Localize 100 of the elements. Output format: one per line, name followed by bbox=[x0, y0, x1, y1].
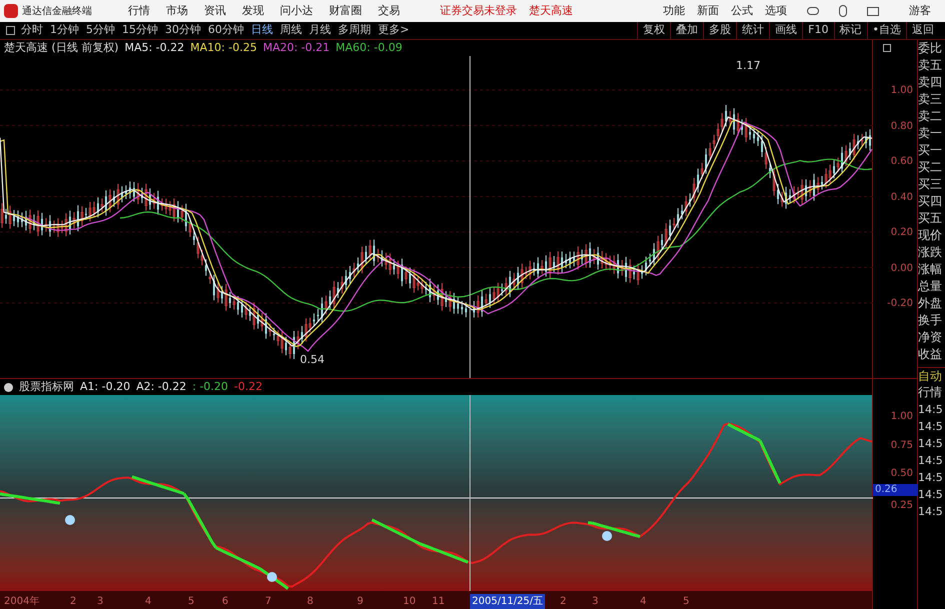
menu-item[interactable]: 市场 bbox=[166, 2, 188, 20]
menu-item[interactable]: 资讯 bbox=[204, 2, 226, 20]
quote-label: 卖四 bbox=[918, 74, 943, 91]
period-tab[interactable]: 多周期 bbox=[338, 22, 371, 39]
tick-panel-title: 自动 bbox=[918, 367, 945, 384]
notice-text[interactable]: 楚天高速 bbox=[529, 2, 573, 20]
y-axis-label: 1.00 bbox=[890, 410, 913, 424]
period-tab[interactable]: 1分钟 bbox=[50, 22, 79, 39]
tick-time: 14:5 bbox=[918, 402, 944, 418]
axis-label: 4 bbox=[640, 595, 646, 609]
menu-item[interactable]: 公式 bbox=[731, 2, 753, 20]
period-tab[interactable]: 分时 bbox=[21, 22, 43, 39]
period-tab[interactable]: 月线 bbox=[309, 22, 331, 39]
axis-label: 2004年 bbox=[4, 595, 40, 609]
axis-label: 2005/11/25/五 bbox=[470, 594, 546, 609]
tick-panel-subtitle: 行情 bbox=[918, 384, 943, 401]
tool-button[interactable]: 标记 bbox=[834, 22, 866, 39]
low-price-label: 0.54 bbox=[300, 352, 324, 368]
period-tab[interactable]: 更多> bbox=[378, 22, 410, 39]
menu-item[interactable]: 行情 bbox=[128, 2, 150, 20]
tool-button[interactable]: F10 bbox=[802, 22, 834, 39]
y-axis-label: 0.75 bbox=[890, 438, 913, 452]
quote-label: 卖一 bbox=[918, 125, 943, 142]
quote-label: 换手 bbox=[918, 312, 943, 329]
quote-label: 涨幅 bbox=[918, 261, 943, 278]
indicator-title: 股票指标网 bbox=[19, 378, 74, 395]
y-axis-label: 0.20 bbox=[890, 226, 913, 240]
tick-time: 14:5 bbox=[918, 487, 944, 503]
legend-value: A1: -0.20 bbox=[80, 378, 130, 395]
menu-item[interactable]: 新面 bbox=[697, 2, 719, 20]
axis-label: 9 bbox=[357, 595, 364, 609]
axis-label: 11 bbox=[432, 595, 445, 609]
axis-label: 3 bbox=[97, 595, 104, 609]
chart-title: 楚天高速 (日线 前复权) bbox=[4, 40, 119, 56]
quote-label: 卖二 bbox=[918, 108, 943, 125]
quote-label: 买一 bbox=[918, 142, 943, 159]
tool-button[interactable]: 多股 bbox=[703, 22, 736, 39]
tool-button[interactable]: 复权 bbox=[637, 22, 670, 39]
y-axis-label: 0.25 bbox=[890, 498, 913, 512]
axis-label: 7 bbox=[265, 595, 272, 609]
tool-button[interactable]: 返回 bbox=[906, 22, 939, 39]
quote-label: 买五 bbox=[918, 210, 943, 227]
quote-label: 外盘 bbox=[918, 295, 943, 312]
axis-label: 2 bbox=[560, 595, 566, 609]
high-price-label: 1.17 bbox=[736, 58, 760, 74]
quote-label: 涨跌 bbox=[918, 244, 943, 261]
legend-value: A2: -0.22 bbox=[136, 378, 186, 395]
notice-text[interactable]: 证券交易未登录 bbox=[440, 2, 517, 20]
period-tab[interactable]: 60分钟 bbox=[208, 22, 244, 39]
y-axis-label: 0.80 bbox=[890, 120, 913, 134]
y-axis-label: 0.00 bbox=[890, 262, 913, 276]
quote-label: 现价 bbox=[918, 227, 943, 244]
user-button[interactable]: 游客 bbox=[909, 2, 931, 20]
axis-label: 6 bbox=[222, 595, 228, 609]
tick-time: 14:5 bbox=[918, 504, 944, 520]
axis-label: 3 bbox=[592, 595, 598, 609]
quote-label: 总量 bbox=[918, 278, 943, 295]
axis-label: 10 bbox=[403, 595, 416, 609]
quote-label: 卖五 bbox=[918, 57, 943, 74]
y-axis-label: 0.60 bbox=[890, 155, 913, 169]
period-tab[interactable]: 周线 bbox=[280, 22, 302, 39]
cursor-value-label: 0.26 bbox=[873, 484, 918, 496]
menu-item[interactable]: 问小达 bbox=[280, 2, 313, 20]
legend-value: MA60: -0.09 bbox=[336, 40, 402, 56]
tool-button[interactable]: •自选 bbox=[866, 22, 906, 39]
axis-label: 5 bbox=[683, 595, 690, 609]
quote-label: 净资 bbox=[918, 329, 943, 346]
menu-item[interactable]: 交易 bbox=[378, 2, 400, 20]
tool-button[interactable]: 叠加 bbox=[670, 22, 704, 39]
quote-label: 委比 bbox=[918, 40, 943, 57]
y-axis-label: 1.00 bbox=[890, 84, 913, 98]
axis-label: 2 bbox=[70, 595, 76, 609]
menu-item[interactable]: 财富圈 bbox=[329, 2, 362, 20]
tick-time: 14:5 bbox=[918, 470, 944, 486]
tick-time: 14:5 bbox=[918, 419, 944, 435]
legend-value: : -0.20 bbox=[192, 378, 228, 395]
period-tab[interactable]: 5分钟 bbox=[86, 22, 115, 39]
quote-label: 买四 bbox=[918, 193, 943, 210]
quote-label: 买二 bbox=[918, 159, 943, 176]
legend-value: MA20: -0.21 bbox=[262, 40, 330, 56]
axis-label: 5 bbox=[188, 595, 194, 609]
period-tab[interactable]: 30分钟 bbox=[165, 22, 201, 39]
tool-button[interactable]: 画线 bbox=[769, 22, 802, 39]
menu-item[interactable]: 选项 bbox=[765, 2, 787, 20]
quote-label: 卖三 bbox=[918, 91, 943, 108]
menu-item[interactable]: 发现 bbox=[242, 2, 264, 20]
period-tab[interactable]: 15分钟 bbox=[122, 22, 158, 39]
tick-time: 14:5 bbox=[918, 453, 944, 469]
menu-item[interactable]: 功能 bbox=[663, 2, 685, 20]
axis-label: 4 bbox=[145, 595, 152, 609]
period-tab[interactable]: 日线 bbox=[251, 22, 273, 39]
quote-label: 买三 bbox=[918, 176, 943, 193]
app-title: 通达信金融终端 bbox=[22, 4, 93, 18]
y-axis-label: 0.40 bbox=[890, 190, 913, 204]
legend-value: MA5: -0.22 bbox=[124, 40, 184, 56]
quote-label: 收益 bbox=[918, 346, 943, 363]
axis-label: 8 bbox=[307, 595, 314, 609]
tool-button[interactable]: 统计 bbox=[736, 22, 770, 39]
y-axis-label: 0.50 bbox=[890, 467, 913, 481]
y-axis-label: -0.20 bbox=[887, 297, 913, 311]
